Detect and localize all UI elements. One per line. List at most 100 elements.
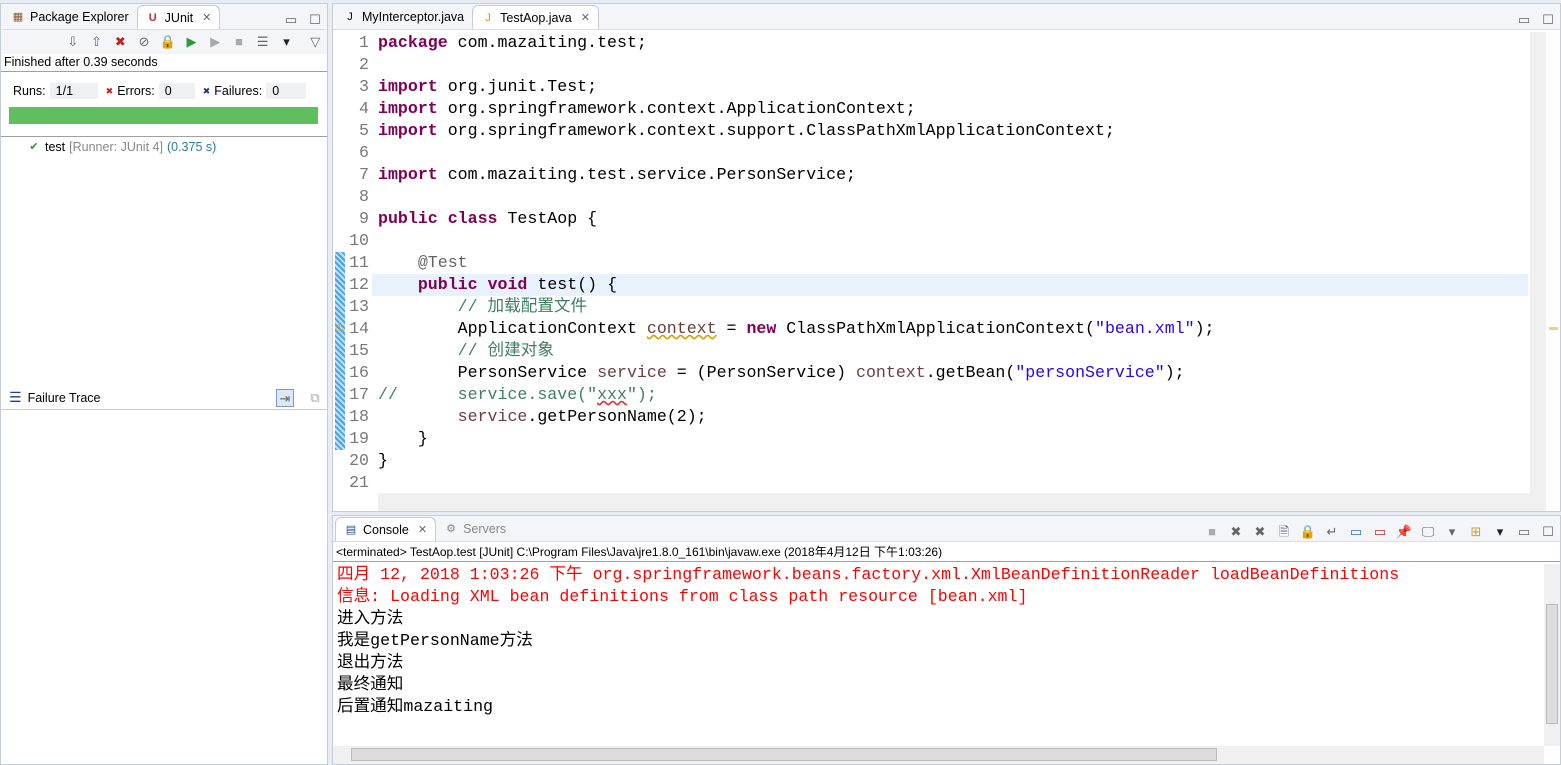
editor: J MyInterceptor.java J TestAop.java ✕ ▭ ☐ ⚠ …: [332, 3, 1561, 512]
horizontal-scrollbar[interactable]: [378, 493, 1546, 511]
display-console-icon[interactable]: 🖵: [1419, 523, 1437, 541]
view-menu-icon[interactable]: ▽: [306, 33, 324, 51]
vertical-scrollbar[interactable]: [1530, 32, 1546, 493]
scroll-lock-icon[interactable]: 🔒: [159, 33, 177, 51]
code-line[interactable]: import org.junit.Test;: [378, 76, 1528, 98]
stop-icon[interactable]: ■: [230, 33, 248, 51]
console-line: 信息: Loading XML bean definitions from cl…: [337, 587, 1028, 606]
errors-value: 0: [158, 83, 195, 99]
editor-tab-testaop[interactable]: J TestAop.java ✕: [472, 5, 599, 29]
console-line: 四月 12, 2018 1:03:26 下午 org.springframewo…: [337, 565, 1400, 584]
scrollbar-thumb[interactable]: [351, 748, 1217, 761]
terminate-icon[interactable]: ■: [1203, 523, 1221, 541]
tab-label: Console: [363, 522, 409, 537]
maximize-icon[interactable]: ☐: [1539, 11, 1557, 29]
close-icon[interactable]: ✕: [581, 11, 590, 24]
show-skipped-icon[interactable]: ⊘: [135, 33, 153, 51]
compare-result-icon[interactable]: ⧉: [306, 389, 324, 407]
code-line[interactable]: }: [378, 428, 1528, 450]
code-line[interactable]: PersonService service = (PersonService) …: [378, 362, 1528, 384]
console-horizontal-scrollbar[interactable]: [333, 746, 1544, 764]
tab-package-explorer[interactable]: ▦ Package Explorer: [3, 5, 137, 29]
code-line[interactable]: [378, 54, 1528, 76]
minimize-icon[interactable]: ▭: [282, 11, 300, 29]
pin-console-icon[interactable]: 📌: [1395, 523, 1413, 541]
code-line[interactable]: }: [378, 450, 1528, 472]
line-number: 21: [349, 473, 369, 492]
code-token: new: [746, 319, 777, 338]
code-token: .getPersonName(2);: [527, 407, 707, 426]
tab-servers[interactable]: ⚙ Servers: [436, 517, 514, 541]
code-line[interactable]: @Test: [378, 252, 1528, 274]
warning-overview-marker[interactable]: [1549, 327, 1558, 330]
previous-failure-icon[interactable]: ⇧: [88, 33, 106, 51]
remove-launch-icon[interactable]: ✖: [1227, 523, 1245, 541]
code-token: );: [1194, 319, 1215, 338]
java-file-warning-icon: J: [485, 11, 491, 24]
maximize-icon[interactable]: ☐: [306, 11, 324, 29]
open-console-dropdown-icon[interactable]: ▾: [1491, 523, 1509, 541]
code-line[interactable]: public void test() {: [372, 274, 1528, 296]
code-token: com.mazaiting.test;: [447, 33, 647, 52]
word-wrap-icon[interactable]: ↵: [1323, 523, 1341, 541]
test-runner: [Runner: JUnit 4]: [69, 140, 163, 154]
show-failures-only-icon[interactable]: ✖: [111, 33, 129, 51]
close-icon[interactable]: ✕: [418, 523, 427, 536]
clear-console-icon[interactable]: 🗎: [1275, 523, 1293, 541]
test-tree-item[interactable]: ✔ test [Runner: JUnit 4] (0.375 s): [1, 137, 327, 154]
code-line[interactable]: public class TestAop {: [378, 208, 1528, 230]
runs-label: Runs:: [13, 84, 46, 98]
minimize-icon[interactable]: ▭: [1515, 523, 1533, 541]
line-number: 18: [349, 407, 369, 426]
code-line[interactable]: // 加载配置文件: [378, 296, 1528, 318]
code-token: // 加载配置文件: [457, 297, 588, 316]
code-token: public: [417, 275, 478, 294]
scrollbar-thumb[interactable]: [1546, 604, 1558, 724]
code-line[interactable]: // 创建对象: [378, 340, 1528, 362]
code-line[interactable]: [378, 472, 1528, 494]
tab-console[interactable]: ▤ Console ✕: [335, 517, 437, 541]
code-token: com.mazaiting.test.service.PersonService…: [437, 165, 856, 184]
rerun-failed-first-icon[interactable]: ▶: [206, 33, 224, 51]
code-line[interactable]: // service.save("xxx");: [378, 384, 1528, 406]
display-console-dropdown-icon[interactable]: ▾: [1443, 523, 1461, 541]
remove-all-terminated-icon[interactable]: ✖: [1251, 523, 1269, 541]
code-line[interactable]: ApplicationContext context = new ClassPa…: [378, 318, 1528, 340]
show-on-stderr-icon[interactable]: ▭: [1371, 523, 1389, 541]
console-line: 退出方法: [337, 653, 404, 672]
code-token: xxx: [597, 385, 627, 404]
package-explorer-icon: ▦: [12, 11, 24, 23]
open-console-icon[interactable]: ⊞: [1467, 523, 1485, 541]
code-line[interactable]: service.getPersonName(2);: [378, 406, 1528, 428]
test-history-icon[interactable]: ☰: [254, 33, 272, 51]
code-line[interactable]: import org.springframework.context.Appli…: [378, 98, 1528, 120]
code-line[interactable]: [378, 230, 1528, 252]
close-icon[interactable]: ✕: [202, 11, 211, 24]
progress-bar: [9, 107, 318, 124]
code-area[interactable]: package com.mazaiting.test; import org.ju…: [372, 32, 1528, 494]
maximize-icon[interactable]: ☐: [1539, 523, 1557, 541]
minimize-icon[interactable]: ▭: [1515, 11, 1533, 29]
test-name: test: [45, 140, 66, 154]
editor-tab-myinterceptor[interactable]: J MyInterceptor.java: [335, 5, 472, 29]
tab-junit[interactable]: U JUnit ✕: [136, 5, 221, 29]
rerun-test-icon[interactable]: ▶: [183, 33, 201, 51]
line-number: 7: [359, 165, 369, 184]
code-line[interactable]: import com.mazaiting.test.service.Person…: [378, 164, 1528, 186]
code-line[interactable]: import org.springframework.context.suppo…: [378, 120, 1528, 142]
console-output[interactable]: 四月 12, 2018 1:03:26 下午 org.springframewo…: [333, 562, 1560, 718]
scroll-lock-icon[interactable]: 🔒: [1299, 523, 1317, 541]
code-line[interactable]: [378, 142, 1528, 164]
code-token: "personService": [1015, 363, 1165, 382]
history-dropdown-icon[interactable]: ▾: [278, 33, 296, 51]
show-on-stdout-icon[interactable]: ▭: [1347, 523, 1365, 541]
filter-stack-trace-icon[interactable]: ⇥: [276, 388, 294, 407]
code-token: context: [856, 363, 926, 382]
code-line[interactable]: [378, 186, 1528, 208]
next-failure-icon[interactable]: ⇩: [64, 33, 82, 51]
console-vertical-scrollbar[interactable]: [1544, 564, 1560, 746]
code-token: test() {: [527, 275, 618, 294]
code-line[interactable]: package com.mazaiting.test;: [378, 32, 1528, 54]
